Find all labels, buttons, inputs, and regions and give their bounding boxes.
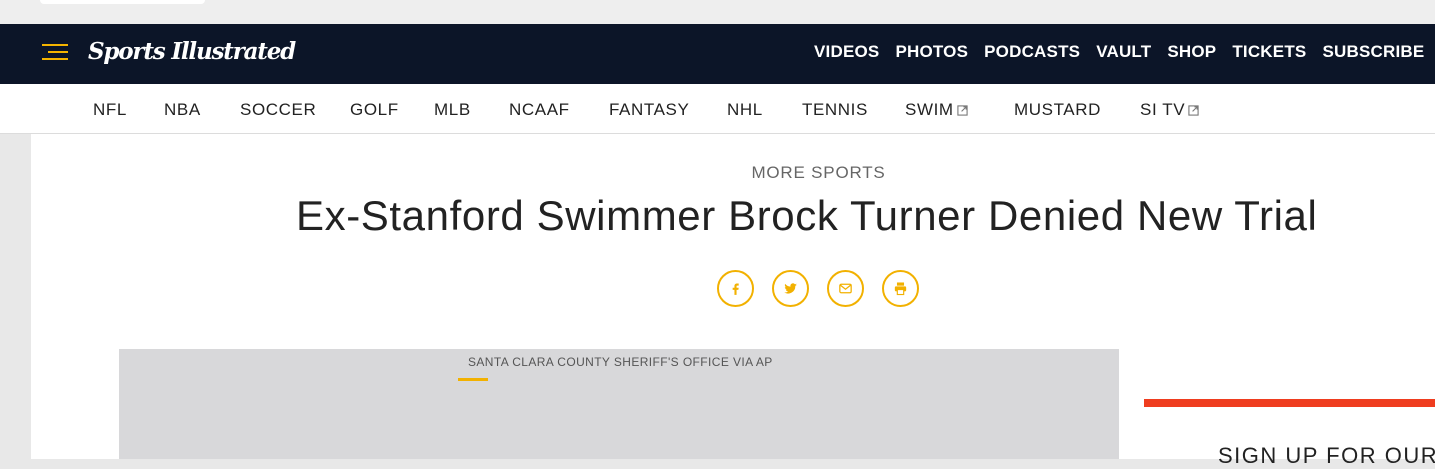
menu-icon[interactable] [42,44,68,64]
article-kicker[interactable]: MORE SPORTS [31,163,1435,183]
main-nav-bar: Sports Illustrated VIDEOS PHOTOS PODCASTS V… [0,24,1435,84]
browser-tab-edge [40,0,205,4]
section-item-fantasy[interactable]: FANTASY [609,100,689,120]
nav-link-videos[interactable]: VIDEOS [814,42,879,62]
print-icon [894,282,907,296]
newsletter-signup-heading: SIGN UP FOR OUR [1218,443,1435,468]
share-print-button[interactable] [882,270,919,307]
nav-link-subscribe[interactable]: SUBSCRIBE [1322,42,1424,62]
top-links: VIDEOS PHOTOS PODCASTS VAULT SHOP TICKETS SUBS… [814,42,1435,62]
external-link-icon [957,104,968,116]
share-email-button[interactable] [827,270,864,307]
section-item-golf[interactable]: GOLF [350,100,399,120]
nav-link-shop[interactable]: SHOP [1167,42,1216,62]
section-item-swim[interactable]: SWIM [905,100,968,120]
section-item-mlb[interactable]: MLB [434,100,471,120]
nav-link-photos[interactable]: PHOTOS [895,42,968,62]
article-content: MORE SPORTS Ex-Stanford Swimmer Brock Tu… [31,134,1435,468]
sidebar-accent-bar [1144,399,1435,407]
nav-link-tickets[interactable]: TICKETS [1232,42,1306,62]
credit-accent-line [458,378,488,381]
facebook-icon [732,283,739,295]
section-item-ncaaf[interactable]: NCAAF [509,100,570,120]
image-credit: SANTA CLARA COUNTY SHERIFF'S OFFICE VIA … [468,355,773,369]
section-nav: NFL NBA SOCCER GOLF MLB NCAAF FANTASY NH… [0,84,1435,134]
section-item-soccer[interactable]: SOCCER [240,100,316,120]
section-item-nba[interactable]: NBA [164,100,201,120]
share-twitter-button[interactable] [772,270,809,307]
section-item-nhl[interactable]: NHL [727,100,763,120]
email-icon [839,283,852,294]
external-link-icon [1188,104,1199,116]
nav-link-vault[interactable]: VAULT [1096,42,1151,62]
article-headline: Ex-Stanford Swimmer Brock Turner Denied … [296,192,1318,239]
site-logo[interactable]: Sports Illustrated [88,38,296,65]
section-item-nfl[interactable]: NFL [93,100,127,120]
browser-top-strip [0,0,1435,24]
twitter-icon [784,283,797,294]
section-item-tennis[interactable]: TENNIS [802,100,868,120]
section-item-mustard[interactable]: MUSTARD [1014,100,1101,120]
share-facebook-button[interactable] [717,270,754,307]
section-item-si-tv[interactable]: SI TV [1140,100,1199,120]
nav-link-podcasts[interactable]: PODCASTS [984,42,1080,62]
article-image: SANTA CLARA COUNTY SHERIFF'S OFFICE VIA … [119,349,1119,459]
